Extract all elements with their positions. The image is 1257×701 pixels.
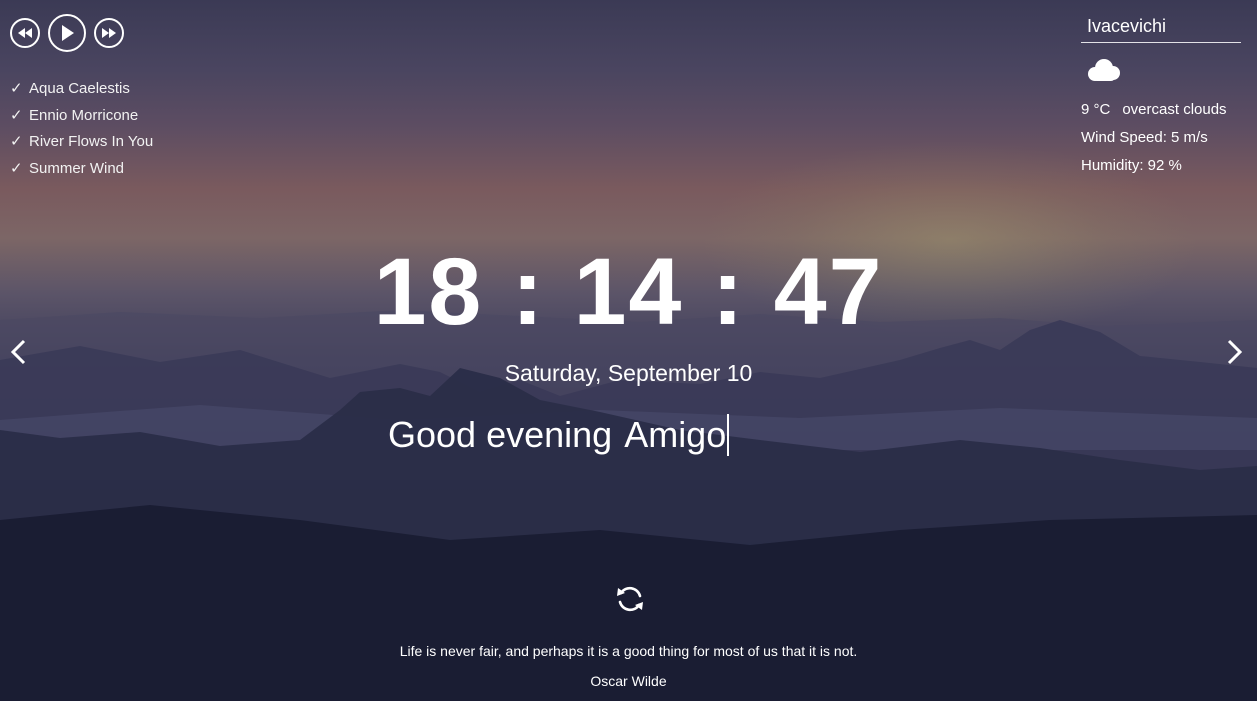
check-icon: ✓: [10, 106, 23, 124]
name-input[interactable]: Amigo: [624, 414, 730, 456]
weather-description: overcast clouds: [1122, 101, 1227, 118]
quote-author: Oscar Wilde: [590, 673, 667, 689]
near-ridge: [0, 368, 1257, 560]
humidity: Humidity: 92 %: [1081, 157, 1182, 174]
audio-player: [10, 14, 124, 52]
previous-track-button[interactable]: [10, 18, 40, 48]
quote-text: Life is never fair, and perhaps it is a …: [399, 643, 858, 659]
clock-time: 18 : 14 : 47: [373, 239, 884, 345]
city-input[interactable]: Ivacevichi: [1081, 12, 1241, 43]
track-title: Aqua Caelestis: [29, 80, 130, 97]
temperature: 9 °C: [1081, 101, 1111, 118]
check-icon: ✓: [10, 80, 23, 97]
refresh-icon[interactable]: [614, 583, 646, 615]
track-title: Ennio Morricone: [29, 106, 139, 124]
greeting: Good evening Amigo: [388, 414, 730, 456]
rewind-icon: [18, 28, 32, 38]
date-display: Saturday, September 10: [504, 360, 753, 386]
track-title: River Flows In You: [29, 133, 154, 150]
check-icon: ✓: [10, 133, 23, 150]
playlist: ✓ Aqua Caelestis ✓ Ennio Morricone ✓ Riv…: [10, 80, 153, 186]
track-title: Summer Wind: [29, 159, 125, 177]
check-icon: ✓: [10, 159, 23, 177]
chevron-left-icon[interactable]: [8, 338, 28, 366]
greeting-text: Good evening: [388, 414, 613, 455]
chevron-right-icon[interactable]: [1225, 338, 1245, 366]
weather-summary: 9 °C overcast clouds: [1081, 96, 1241, 124]
playlist-item[interactable]: ✓ Ennio Morricone: [10, 107, 153, 134]
weather-widget: Ivacevichi 9 °C overcast clouds Wind Spee…: [1081, 12, 1241, 180]
play-icon: [62, 25, 74, 41]
playlist-item[interactable]: ✓ Summer Wind: [10, 160, 153, 187]
next-track-button[interactable]: [94, 18, 124, 48]
play-button[interactable]: [48, 14, 86, 52]
fast-forward-icon: [102, 28, 116, 38]
cloud-icon: [1088, 59, 1120, 81]
wind-speed: Wind Speed: 5 m/s: [1081, 129, 1208, 146]
playlist-item[interactable]: ✓ River Flows In You: [10, 133, 153, 160]
playlist-item[interactable]: ✓ Aqua Caelestis: [10, 80, 153, 107]
